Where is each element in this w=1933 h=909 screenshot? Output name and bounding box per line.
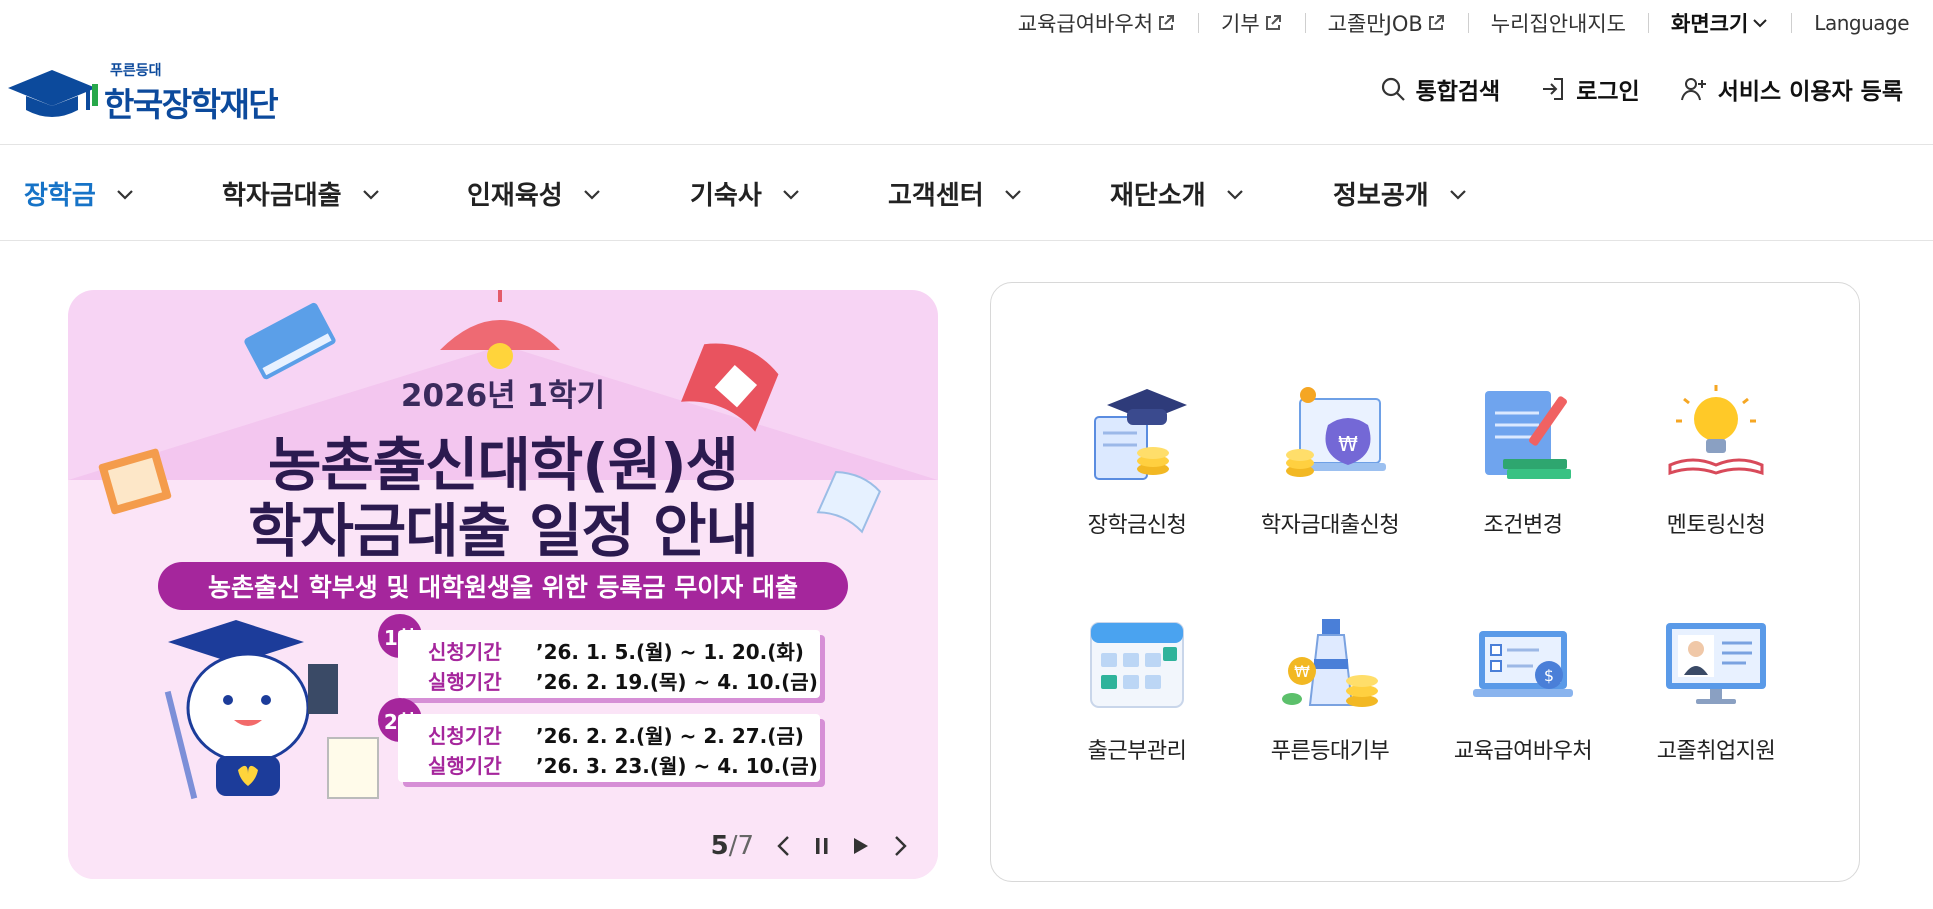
chevron-down-icon [1226, 189, 1243, 200]
user-menu: 통합검색 로그인 서비스 이용자 등록 [1340, 72, 1903, 106]
logo-subtitle: 푸른등대 [110, 63, 162, 79]
quick-menu-panel: 장학금신청 ₩ 학자금대출신청 조건변경 멘토링신청 출근부관리 ₩ 푸른등대기… [990, 282, 1860, 882]
schedule-round-2: 신청기간 ’26. 2. 2.(월) ~ 2. 27.(금) 실행기간 ’26. 3… [398, 714, 820, 782]
pause-icon[interactable] [814, 835, 830, 857]
job-monitor-icon [1666, 623, 1766, 704]
utility-link-sitemap[interactable]: 누리집안내지도 [1491, 8, 1626, 38]
divider [1198, 13, 1200, 33]
divider [1304, 13, 1306, 33]
nav-item-customer-center[interactable]: 고객센터 [888, 175, 1024, 212]
schedule-round-1: 신청기간 ’26. 1. 5.(월) ~ 1. 20.(화) 실행기간 ’26. 2… [398, 630, 820, 698]
voucher-laptop-icon: $ [1473, 631, 1573, 697]
quick-menu-condition-change[interactable]: 조건변경 [1428, 375, 1618, 539]
quick-menu-donation[interactable]: ₩ 푸른등대기부 [1235, 601, 1425, 765]
lighthouse-coins-icon: ₩ [1282, 619, 1378, 707]
nav-item-talent[interactable]: 인재육성 [467, 175, 603, 212]
chevron-down-icon [362, 189, 379, 200]
register-button[interactable]: 서비스 이용자 등록 [1680, 72, 1903, 106]
next-slide-icon[interactable] [892, 835, 908, 857]
utility-link-voucher[interactable]: 교육급여바우처 [1018, 8, 1176, 38]
site-logo[interactable]: 푸른등대 한국장학재단 [6, 60, 279, 126]
chevron-down-icon [1449, 189, 1466, 200]
quick-menu-mentoring-apply[interactable]: 멘토링신청 [1621, 375, 1811, 539]
main-navigation: 장학금 학자금대출 인재육성 기숙사 고객센터 재단소개 정보공개 [0, 144, 1933, 241]
graduation-cap-logo-icon [8, 70, 98, 117]
divider [1467, 13, 1469, 33]
logo-title: 한국장학재단 [104, 85, 279, 124]
quick-menu-student-loan-apply[interactable]: ₩ 학자금대출신청 [1235, 375, 1425, 539]
lightbulb-book-icon [1668, 385, 1764, 476]
document-edit-icon [1485, 391, 1571, 479]
banner-subtitle: 농촌출신 학부생 및 대학원생을 위한 등록금 무이자 대출 [158, 562, 848, 610]
utility-link-job[interactable]: 고졸만JOB [1328, 8, 1446, 38]
quick-menu-education-voucher[interactable]: $ 교육급여바우처 [1428, 601, 1618, 765]
svg-text:$: $ [1544, 666, 1554, 685]
money-bag-icon: ₩ [1286, 387, 1386, 477]
external-link-icon [1265, 15, 1281, 30]
nav-item-dormitory[interactable]: 기숙사 [690, 175, 802, 212]
quick-menu-attendance[interactable]: 출근부관리 [1042, 601, 1232, 765]
screen-size-dropdown[interactable]: 화면크기 [1671, 8, 1769, 38]
slide-pager: 5/7 [711, 831, 908, 861]
add-user-icon [1680, 78, 1706, 101]
external-link-icon [1428, 15, 1444, 30]
svg-text:₩: ₩ [1294, 662, 1310, 681]
divider [1648, 13, 1650, 33]
nav-item-student-loan[interactable]: 학자금대출 [222, 175, 382, 212]
slide-counter: 5/7 [710, 831, 754, 861]
external-link-icon [1159, 15, 1175, 30]
chevron-down-icon [583, 189, 600, 200]
language-link[interactable]: Language [1814, 11, 1909, 35]
integrated-search-button[interactable]: 통합검색 [1380, 72, 1500, 106]
nav-item-disclosure[interactable]: 정보공개 [1333, 175, 1469, 212]
graduation-cap-icon [1094, 389, 1187, 480]
quick-menu-job-support[interactable]: 고졸취업지원 [1621, 601, 1811, 765]
play-icon[interactable] [852, 835, 870, 857]
nav-item-scholarship[interactable]: 장학금 [24, 175, 136, 212]
login-button[interactable]: 로그인 [1540, 72, 1640, 106]
login-icon [1543, 78, 1564, 100]
nav-item-about[interactable]: 재단소개 [1110, 175, 1246, 212]
divider [1791, 13, 1793, 33]
chevron-down-icon [1753, 19, 1768, 28]
quick-menu-scholarship-apply[interactable]: 장학금신청 [1042, 375, 1232, 539]
banner-year: 2026년 1학기 [400, 378, 606, 414]
chevron-down-icon [1004, 189, 1021, 200]
calendar-icon [1090, 622, 1184, 708]
prev-slide-icon[interactable] [776, 835, 792, 857]
utility-link-donation[interactable]: 기부 [1221, 8, 1283, 38]
banner-title-line2: 학자금대출 일정 안내 [248, 497, 759, 565]
banner-slide[interactable]: 2026년 1학기 농촌출신대학(원)생 학자금대출 일정 안내 농촌출신 학부… [68, 290, 938, 879]
utility-bar: 교육급여바우처 기부 고졸만JOB 누리집안내지도 화면크기 Language [1018, 8, 1910, 38]
chevron-down-icon [782, 189, 799, 200]
search-icon [1381, 77, 1405, 101]
svg-text:₩: ₩ [1338, 432, 1358, 456]
chevron-down-icon [116, 189, 133, 200]
